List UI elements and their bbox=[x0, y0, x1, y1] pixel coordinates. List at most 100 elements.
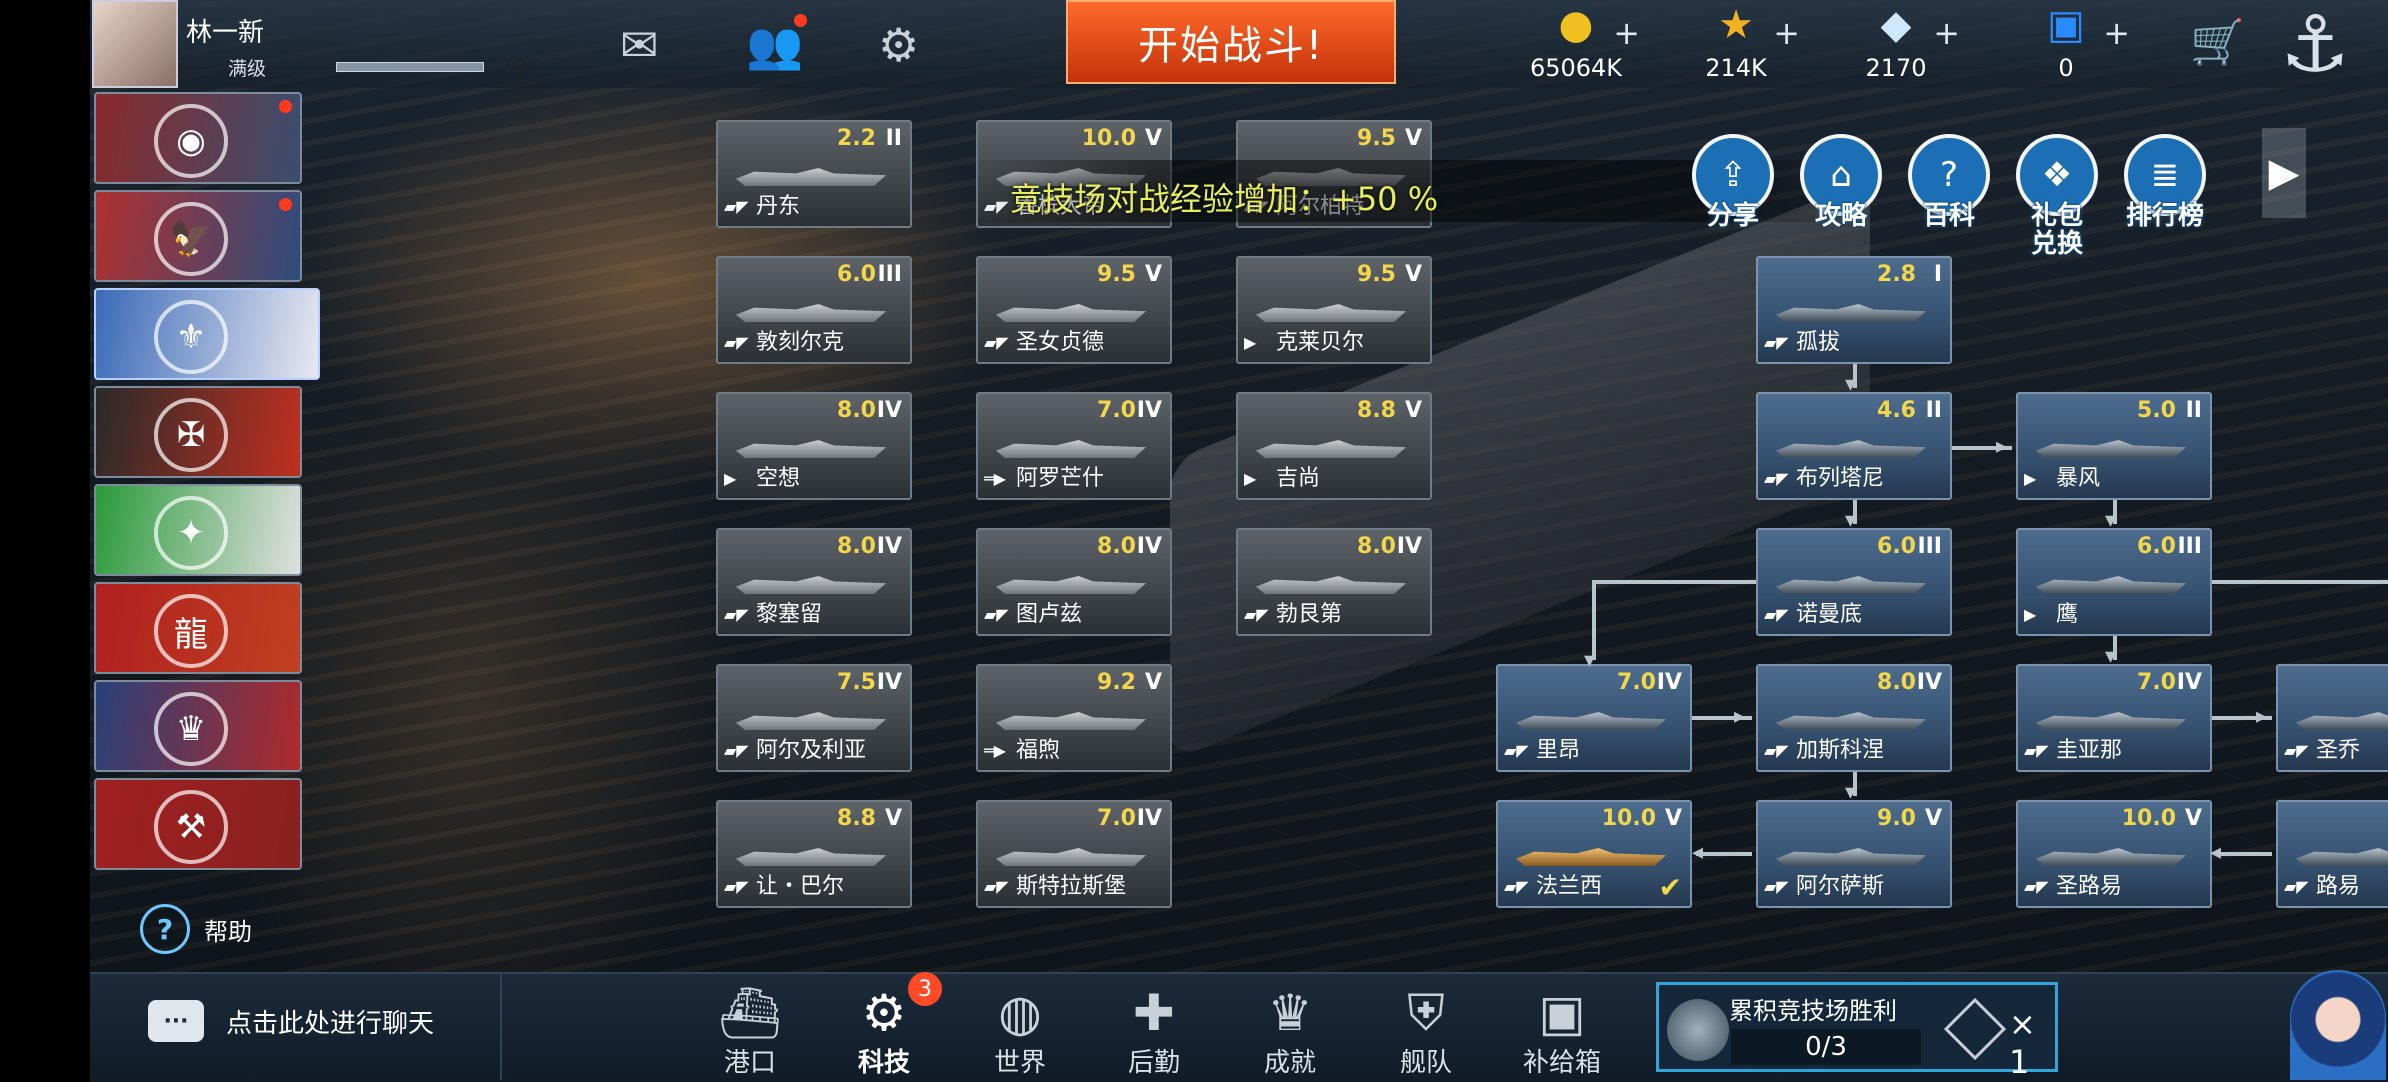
resource-star[interactable]: ★ + 214K bbox=[1656, 0, 1816, 88]
ship-card[interactable]: 9.5 V ▶ 克莱贝尔 bbox=[1236, 256, 1432, 364]
nation-usa[interactable]: 🦅 bbox=[94, 190, 302, 282]
ship-card[interactable]: 8.8 V ▶ 吉尚 bbox=[1236, 392, 1432, 500]
ship-card[interactable]: 7.0 IV ▰◤ 斯特拉斯堡 bbox=[976, 800, 1172, 908]
ship-image bbox=[1256, 304, 1406, 322]
gift-button[interactable]: ❖ 礼包兑换 bbox=[2012, 134, 2102, 258]
shop-cart-icon[interactable]: 🛒 bbox=[2190, 16, 2245, 68]
ship-tier: II bbox=[1925, 398, 1942, 423]
nation-germany[interactable]: ✠ bbox=[94, 386, 302, 478]
ship-card[interactable]: 6.0 III ▰◤ 敦刻尔克 bbox=[716, 256, 912, 364]
ship-tier: V bbox=[2184, 806, 2202, 831]
friends-icon[interactable]: 👥 bbox=[746, 18, 803, 73]
ship-card[interactable]: 10.0 V ▰◤ 法兰西 ✔ bbox=[1496, 800, 1692, 908]
chat-entry[interactable]: ··· 点击此处进行聊天 bbox=[148, 1000, 434, 1042]
ship-card[interactable]: 8.8 V ▰◤ 让・巴尔 bbox=[716, 800, 912, 908]
ship-card[interactable]: 9.0 V ▰◤ 阿尔萨斯 bbox=[1756, 800, 1952, 908]
ship-name: 斯特拉斯堡 bbox=[1016, 874, 1127, 899]
ship-image bbox=[2036, 712, 2186, 730]
plus-icon[interactable]: + bbox=[1933, 14, 1960, 52]
reward-diamond-icon bbox=[1943, 997, 2007, 1061]
nation-uk[interactable]: ♛ bbox=[94, 680, 302, 772]
chat-placeholder: 点击此处进行聊天 bbox=[226, 1008, 435, 1039]
nation-emblem-icon: ◉ bbox=[154, 104, 228, 178]
nav-logistics[interactable]: ✚ 后勤 bbox=[1104, 984, 1204, 1079]
player-level: 满级 bbox=[228, 58, 267, 80]
ship-card[interactable]: 4.6 II ▰◤ 布列塔尼 bbox=[1756, 392, 1952, 500]
nation-usa-1[interactable]: ◉ bbox=[94, 92, 302, 184]
ship-card[interactable]: 8.0 IV ▰◤ 黎塞留 bbox=[716, 528, 912, 636]
share-button[interactable]: ⇪ 分享 bbox=[1688, 134, 1778, 230]
arena-quest-panel[interactable]: 累积竞技场胜利 0/3 × 1 bbox=[1656, 982, 2058, 1081]
ship-card[interactable]: ▰◤ 圣乔 bbox=[2276, 664, 2388, 772]
ship-tier: IV bbox=[1656, 670, 1682, 695]
ship-level: 7.5 bbox=[837, 670, 876, 695]
expand-arrow-button[interactable]: ▶ bbox=[2262, 128, 2306, 218]
nav-globe[interactable]: ◍ 世界 bbox=[970, 984, 1070, 1079]
start-battle-button[interactable]: 开始战斗! bbox=[1066, 0, 1396, 84]
nation-ussr[interactable]: ⚒ bbox=[94, 778, 302, 870]
nation-china[interactable]: 龍 bbox=[94, 582, 302, 674]
plus-icon[interactable]: + bbox=[1773, 14, 1800, 52]
ship-tier: I bbox=[1933, 262, 1942, 287]
nav-supply-box[interactable]: ▣ 补给箱 bbox=[1512, 984, 1612, 1079]
resource-cube[interactable]: ▣ + 0 bbox=[1986, 0, 2146, 88]
ship-card[interactable]: 2.8 I ▰◤ 孤拔 bbox=[1756, 256, 1952, 364]
ship-tier: IV bbox=[876, 670, 902, 695]
ship-image bbox=[2036, 576, 2186, 594]
ship-level: 8.8 bbox=[837, 806, 876, 831]
resource-diamond[interactable]: ◆ + 2170 bbox=[1816, 0, 1976, 88]
nav-label: 世界 bbox=[993, 1048, 1046, 1078]
ship-card[interactable]: ▰◤ 路易 bbox=[2276, 800, 2388, 908]
ship-tier: V bbox=[1404, 262, 1422, 287]
gear-icon[interactable]: ⚙ bbox=[878, 18, 919, 72]
ship-card[interactable]: 8.0 IV ▰◤ 图卢兹 bbox=[976, 528, 1172, 636]
ship-image bbox=[1256, 440, 1406, 458]
ship-image bbox=[2036, 440, 2186, 458]
plus-icon[interactable]: + bbox=[2103, 14, 2130, 52]
connector-arrow-icon: ◂ bbox=[2210, 840, 2222, 865]
assistant-avatar[interactable] bbox=[2290, 970, 2386, 1080]
ship-card[interactable]: 8.0 IV ▶ 空想 bbox=[716, 392, 912, 500]
ship-image bbox=[1776, 848, 1926, 866]
rank-wings-icon[interactable]: 〰 bbox=[504, 38, 538, 87]
mail-icon[interactable]: ✉ bbox=[620, 18, 659, 72]
nav-fleet[interactable]: ⛨ 舰队 bbox=[1376, 984, 1476, 1079]
home-guide-button[interactable]: ⌂ 攻略 bbox=[1796, 134, 1886, 230]
player-avatar[interactable] bbox=[92, 0, 178, 88]
ship-level: 2.8 bbox=[1877, 262, 1916, 287]
nav-port[interactable]: ⛴ 港口 bbox=[700, 984, 800, 1079]
ship-card[interactable]: 7.5 IV ▰◤ 阿尔及利亚 bbox=[716, 664, 912, 772]
question-button[interactable]: ? 百科 bbox=[1904, 134, 1994, 230]
anchor-icon[interactable]: ⚓ bbox=[2280, 0, 2350, 90]
ship-card[interactable]: 9.2 V ═▶ 福煦 bbox=[976, 664, 1172, 772]
ship-card[interactable]: 10.0 V ▰◤ 圣路易 bbox=[2016, 800, 2212, 908]
ship-card[interactable]: 8.0 IV ▰◤ 加斯科涅 bbox=[1756, 664, 1952, 772]
ship-card[interactable]: 7.0 IV ▰◤ 圭亚那 bbox=[2016, 664, 2212, 772]
ship-card[interactable]: 6.0 III ▰◤ 诺曼底 bbox=[1756, 528, 1952, 636]
resource-gold[interactable]: ● + 65064K bbox=[1496, 0, 1656, 88]
ship-class-icon: ▰◤ bbox=[984, 877, 1009, 896]
nation-emblem-icon: ✠ bbox=[154, 398, 228, 472]
help-button[interactable]: ? 帮助 bbox=[140, 904, 252, 954]
connector-arrow-icon: ▾ bbox=[2105, 644, 2117, 669]
ship-card[interactable]: 7.0 IV ═▶ 阿罗芒什 bbox=[976, 392, 1172, 500]
nation-italy[interactable]: ✦ bbox=[94, 484, 302, 576]
ranking-button[interactable]: ≣ 排行榜 bbox=[2120, 134, 2210, 230]
ship-card[interactable]: 7.0 IV ▰◤ 里昂 bbox=[1496, 664, 1692, 772]
nav-achievement[interactable]: ♛ 成就 bbox=[1240, 984, 1340, 1079]
ship-image bbox=[996, 576, 1146, 594]
ship-name: 让・巴尔 bbox=[756, 874, 845, 899]
ship-tier: V bbox=[1404, 126, 1422, 151]
ship-card[interactable]: 5.0 II ▶ 暴风 bbox=[2016, 392, 2212, 500]
ship-card[interactable]: 2.2 II ▰◤ 丹东 bbox=[716, 120, 912, 228]
ship-level: 7.0 bbox=[1097, 806, 1136, 831]
ship-card[interactable]: 8.0 IV ▰◤ 勃艮第 bbox=[1236, 528, 1432, 636]
quest-medal-icon bbox=[1667, 999, 1729, 1061]
plus-icon[interactable]: + bbox=[1613, 14, 1640, 52]
ship-image bbox=[996, 848, 1146, 866]
ship-card[interactable]: 9.5 V ▰◤ 圣女贞德 bbox=[976, 256, 1172, 364]
ship-card[interactable]: 6.0 III ▶ 鹰 bbox=[2016, 528, 2212, 636]
nation-france[interactable]: ⚜ bbox=[94, 288, 320, 380]
ship-class-icon: ▰◤ bbox=[724, 197, 749, 216]
ship-level: 2.2 bbox=[837, 126, 876, 151]
